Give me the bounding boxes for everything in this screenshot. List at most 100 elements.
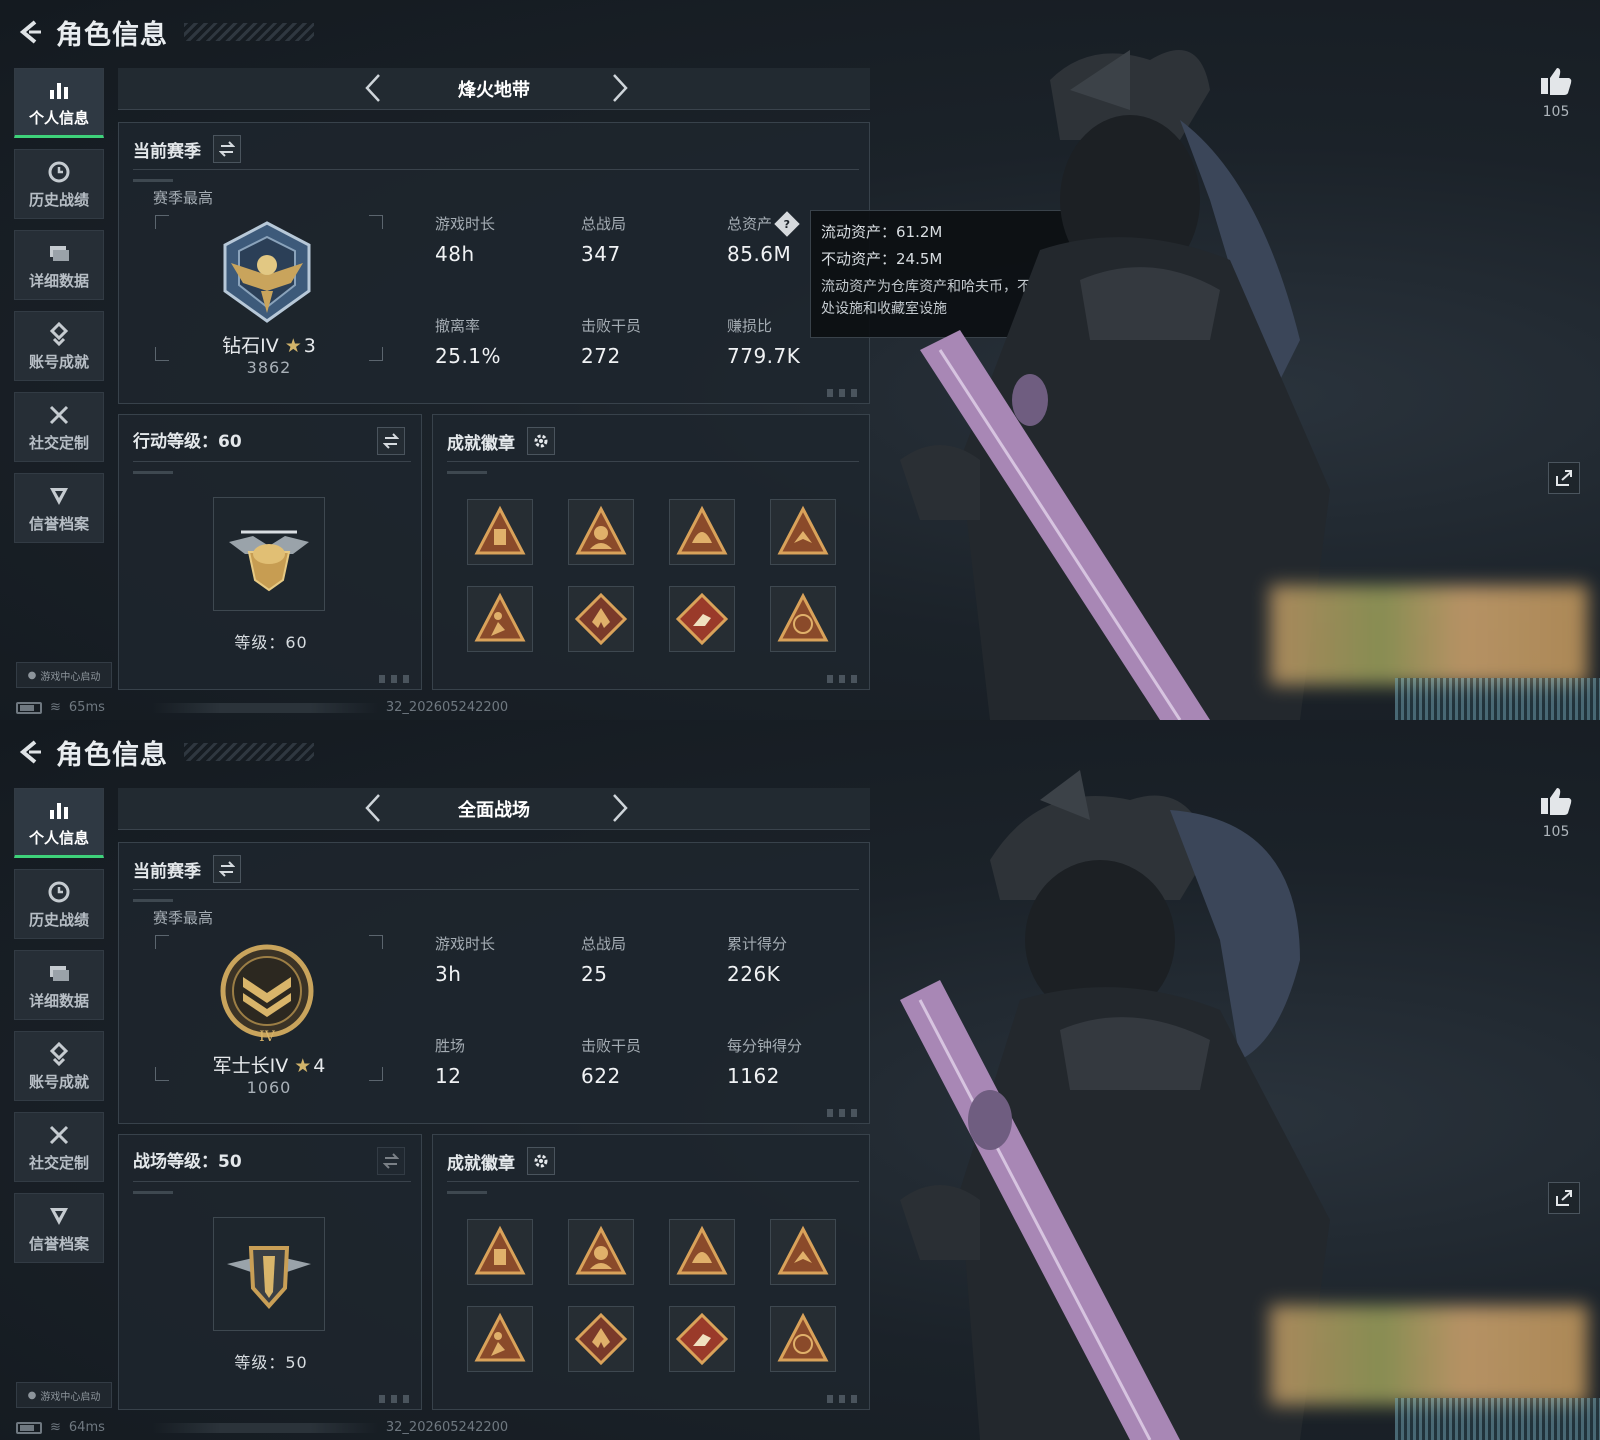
- sidebar-item-achievements[interactable]: 账号成就: [14, 311, 104, 381]
- sidebar-item-social[interactable]: 社交定制: [14, 1112, 104, 1182]
- sidebar-item-details[interactable]: 详细数据: [14, 950, 104, 1020]
- badge-helmet-icon[interactable]: [669, 1219, 735, 1285]
- badge-climber-icon[interactable]: [467, 586, 533, 652]
- badge-hands-icon[interactable]: [770, 499, 836, 565]
- next-mode-arrow-icon[interactable]: [605, 73, 635, 103]
- like-count: 105: [1542, 104, 1570, 120]
- page-title: 角色信息: [56, 19, 168, 51]
- version-text: 32_202605242200: [385, 1420, 509, 1435]
- divider: [447, 1191, 487, 1194]
- like-button[interactable]: 105: [1536, 786, 1576, 840]
- season-title: 当前赛季: [133, 861, 201, 882]
- sidebar-item-achievements[interactable]: 账号成就: [14, 1031, 104, 1101]
- back-arrow-icon[interactable]: [14, 17, 44, 47]
- next-mode-arrow-icon[interactable]: [605, 793, 635, 823]
- badge-settings-button[interactable]: [527, 1147, 555, 1175]
- share-icon: [1556, 1190, 1572, 1206]
- badge-hands-icon[interactable]: [770, 1219, 836, 1285]
- wifi-icon: ≋: [50, 700, 61, 715]
- page-header: 角色信息: [14, 734, 314, 771]
- divider: [133, 471, 173, 474]
- battery-icon: [16, 1421, 42, 1434]
- shield-wings-emblem-icon: [227, 1246, 311, 1310]
- badge-runner-icon[interactable]: [669, 1306, 735, 1372]
- stat-operators-defeated: 击败干员 622: [581, 1037, 642, 1088]
- stat-score-per-minute: 每分钟得分 1162: [727, 1037, 803, 1088]
- rank-name: 军士长IV: [212, 1055, 289, 1077]
- level-text: 等级：60: [234, 633, 308, 652]
- help-icon[interactable]: ?: [774, 210, 800, 237]
- sidebar-item-credit[interactable]: 信誉档案: [14, 473, 104, 543]
- prev-mode-arrow-icon[interactable]: [358, 793, 388, 823]
- stat-total-score: 累计得分 226K: [727, 935, 788, 986]
- badge-runner-icon[interactable]: [669, 586, 735, 652]
- gear-icon: [534, 434, 548, 448]
- sidebar-item-history[interactable]: 历史战绩: [14, 869, 104, 939]
- badge-grid: [467, 499, 836, 652]
- badge-supply-icon[interactable]: [467, 499, 533, 565]
- sidebar-item-personal-info[interactable]: 个人信息: [14, 788, 104, 858]
- ping-text: 64ms: [68, 1420, 105, 1435]
- share-button[interactable]: [1548, 462, 1580, 494]
- sidebar-item-history[interactable]: 历史战绩: [14, 149, 104, 219]
- history-icon: [48, 161, 70, 182]
- badge-dragon-icon[interactable]: [568, 586, 634, 652]
- screen-extraction-mode: 角色信息 个人信息 历史战绩 详细数据 账号成就 社交定制 信誉档案 ● 游戏中心…: [0, 0, 1600, 720]
- rank-name-row: 军士长IV ★ 4: [119, 1051, 419, 1078]
- title-hatch: [184, 743, 314, 761]
- achievement-icon: [49, 321, 69, 346]
- sidebar-item-personal-info[interactable]: 个人信息: [14, 68, 104, 138]
- badge-soldier-icon[interactable]: [568, 1219, 634, 1285]
- divider: [133, 889, 859, 890]
- divider: [447, 461, 859, 462]
- switch-season-button[interactable]: [213, 855, 241, 883]
- prev-mode-arrow-icon[interactable]: [358, 73, 388, 103]
- badge-settings-button[interactable]: [527, 427, 555, 455]
- bar-chart-icon: [50, 82, 68, 99]
- swap-icon: [219, 861, 235, 877]
- star-icon: ★: [284, 335, 302, 357]
- corner-decoration: [827, 389, 861, 397]
- stat-total-assets: 总资产? 85.6M: [727, 210, 800, 266]
- badge-dragon-icon[interactable]: [568, 1306, 634, 1372]
- game-center-badge: ● 游戏中心启动: [16, 662, 112, 688]
- badge-climber-icon[interactable]: [467, 1306, 533, 1372]
- badges-title: 成就徽章: [447, 1153, 515, 1174]
- badge-eri-icon[interactable]: [770, 586, 836, 652]
- divider: [447, 471, 487, 474]
- svg-text:IV: IV: [259, 1029, 276, 1045]
- season-panel: 当前赛季 赛季最高 IV 军士长IV ★ 4 1060 游戏时长 3h 总战局 25 累…: [118, 842, 870, 1124]
- badge-helmet-icon[interactable]: [669, 499, 735, 565]
- like-button[interactable]: 105: [1536, 66, 1576, 120]
- season-best-label: 赛季最高: [153, 909, 214, 927]
- badges-title: 成就徽章: [447, 433, 515, 454]
- sidebar-item-social[interactable]: 社交定制: [14, 392, 104, 462]
- back-arrow-icon[interactable]: [14, 737, 44, 767]
- battery-icon: [16, 701, 42, 714]
- background-lights: [1395, 678, 1600, 720]
- switch-level-button[interactable]: [377, 427, 405, 455]
- divider: [133, 1191, 173, 1194]
- diamond-rank-emblem-icon: [223, 221, 311, 323]
- sidebar-item-details[interactable]: 详细数据: [14, 230, 104, 300]
- switch-season-button[interactable]: [213, 135, 241, 163]
- credit-icon: [50, 487, 68, 505]
- blurred-region: [1270, 585, 1588, 685]
- sidebar-item-credit[interactable]: 信誉档案: [14, 1193, 104, 1263]
- level-panel: 战场等级：50 等级：50: [118, 1134, 422, 1410]
- level-emblem-frame: [213, 1217, 325, 1331]
- level-panel: 行动等级：60 等级：60: [118, 414, 422, 690]
- thumbs-up-icon: [1541, 788, 1572, 815]
- star-icon: ★: [294, 1055, 312, 1077]
- divider: [133, 179, 173, 182]
- badge-supply-icon[interactable]: [467, 1219, 533, 1285]
- switch-level-button[interactable]: [377, 1147, 405, 1175]
- tools-icon: [49, 1125, 69, 1144]
- mode-name: 全面战场: [458, 799, 530, 821]
- badge-soldier-icon[interactable]: [568, 499, 634, 565]
- share-button[interactable]: [1548, 1182, 1580, 1214]
- version-text: 32_202605242200: [385, 700, 509, 715]
- blurred-region: [1270, 1305, 1588, 1405]
- person-icon: ●: [27, 669, 37, 681]
- badge-eri-icon[interactable]: [770, 1306, 836, 1372]
